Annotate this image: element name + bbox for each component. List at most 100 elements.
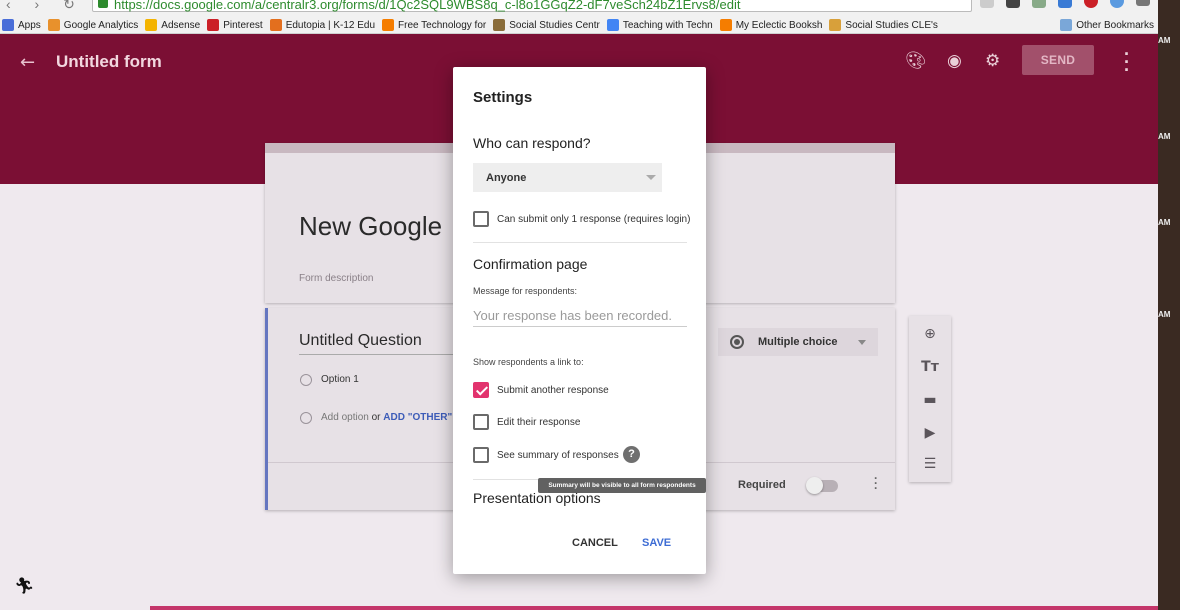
or-text: or: [371, 412, 381, 423]
bookmark-label: Free Technology for: [398, 19, 487, 31]
add-option-row: Add option or ADD "OTHER": [321, 412, 452, 423]
bookmark-favicon-icon: [829, 19, 842, 31]
browser-chrome: ‹ › ↻ https://docs.google.com/a/centralr…: [0, 0, 1158, 34]
clock-label: AM: [1158, 218, 1171, 227]
bookmark-label: Social Studies Centr: [509, 19, 600, 31]
bookmark-favicon-icon: [207, 19, 220, 31]
other-bookmarks-label: Other Bookmarks: [1076, 19, 1154, 31]
browser-nav-icons[interactable]: ‹ › ↻: [6, 0, 85, 13]
settings-gear-icon[interactable]: ⚙: [985, 51, 1000, 71]
form-heading[interactable]: New Google: [299, 211, 442, 242]
extension-icon[interactable]: [1058, 0, 1072, 8]
bookmark-favicon-icon: [493, 19, 506, 31]
add-image-icon[interactable]: ▬: [909, 392, 951, 408]
who-can-respond-heading: Who can respond?: [473, 135, 591, 151]
summary-tooltip: Summary will be visible to all form resp…: [538, 478, 706, 493]
bookmark-label: My Eclectic Booksh: [735, 19, 823, 31]
bookmark-item[interactable]: Free Technology for: [382, 19, 486, 31]
submit-another-checkbox[interactable]: [473, 382, 489, 398]
section-divider: [473, 242, 687, 243]
send-button[interactable]: SEND: [1022, 45, 1094, 75]
bookmark-favicon-icon: [719, 19, 732, 31]
bookmark-item[interactable]: Social Studies Centr: [493, 19, 600, 31]
bookmark-item[interactable]: My Eclectic Booksh: [719, 19, 823, 31]
edit-response-label: Edit their response: [497, 417, 581, 428]
bookmark-label: Apps: [18, 19, 41, 31]
respondents-dropdown[interactable]: Anyone: [473, 163, 662, 192]
form-description[interactable]: Form description: [299, 273, 373, 284]
clock-label: AM: [1158, 310, 1171, 319]
bookmark-favicon-icon: [145, 19, 158, 31]
option-1-label[interactable]: Option 1: [321, 374, 359, 385]
respondent-links-label: Show respondents a link to:: [473, 357, 584, 367]
url-bar: ‹ › ↻ https://docs.google.com/a/centralr…: [0, 0, 1158, 15]
question-type-dropdown[interactable]: Multiple choice: [718, 328, 878, 356]
bookmark-label: Edutopia | K-12 Edu: [285, 19, 376, 31]
submit-once-checkbox[interactable]: [473, 211, 489, 227]
pinterest-icon[interactable]: [1084, 0, 1098, 8]
desktop-edge: [1158, 0, 1180, 610]
bookmark-label: Adsense: [161, 19, 201, 31]
question-side-toolbar: ⊕ Tт ▬ ▶ ☰: [909, 316, 951, 482]
add-title-text-icon[interactable]: Tт: [909, 359, 951, 375]
chevron-down-icon: [646, 175, 656, 180]
add-other-link[interactable]: ADD "OTHER": [383, 412, 452, 423]
cancel-button[interactable]: CANCEL: [572, 537, 618, 549]
extension-icon[interactable]: [1032, 0, 1046, 8]
menu-icon[interactable]: [1136, 0, 1150, 6]
other-bookmarks-folder[interactable]: Other Bookmarks: [1060, 19, 1154, 31]
save-button[interactable]: SAVE: [642, 537, 671, 549]
bookmark-label: Teaching with Techn: [622, 19, 713, 31]
bookmark-favicon-icon: [2, 19, 14, 31]
help-icon[interactable]: ?: [623, 446, 640, 463]
radio-button-icon: [730, 335, 744, 349]
settings-dialog: Settings Who can respond? Anyone Can sub…: [453, 67, 706, 574]
more-options-icon[interactable]: · · ·: [1124, 45, 1130, 79]
chevron-down-icon: [858, 340, 866, 345]
bookmark-item[interactable]: Social Studies CLE's: [829, 19, 938, 31]
bookmark-item[interactable]: Teaching with Techn: [606, 19, 713, 31]
message-label: Message for respondents:: [473, 286, 578, 296]
clock-label: AM: [1158, 132, 1171, 141]
bookmark-favicon-icon: [382, 19, 395, 31]
respondents-value: Anyone: [486, 171, 527, 184]
add-question-icon[interactable]: ⊕: [909, 326, 951, 342]
bookmark-item[interactable]: Google Analytics: [47, 19, 139, 31]
question-type-label: Multiple choice: [758, 336, 838, 348]
add-option-link[interactable]: Add option: [321, 412, 369, 423]
add-section-icon[interactable]: ☰: [909, 456, 951, 472]
bookmark-favicon-icon: [47, 19, 60, 31]
submit-once-label: Can submit only 1 response (requires log…: [497, 214, 691, 225]
star-icon[interactable]: [980, 0, 994, 8]
add-video-icon[interactable]: ▶: [909, 425, 951, 441]
required-label: Required: [738, 479, 786, 491]
submit-another-label: Submit another response: [497, 385, 609, 396]
bookmark-favicon-icon: [606, 19, 619, 31]
palette-icon[interactable]: 🎨︎: [905, 51, 927, 71]
question-title-underline: [299, 354, 459, 355]
required-toggle[interactable]: [806, 477, 838, 494]
bookmark-item[interactable]: Edutopia | K-12 Edu: [269, 19, 376, 31]
extension-icon[interactable]: [1110, 0, 1124, 8]
dialog-title: Settings: [473, 89, 533, 106]
bookmark-label: Google Analytics: [63, 19, 139, 31]
url-text[interactable]: https://docs.google.com/a/centralr3.org/…: [114, 0, 740, 12]
form-title[interactable]: Untitled form: [56, 52, 162, 72]
screen: ‹ › ↻ https://docs.google.com/a/centralr…: [0, 0, 1180, 610]
see-summary-checkbox[interactable]: [473, 447, 489, 463]
add-option-radio-icon: [300, 412, 312, 424]
extension-icon[interactable]: [1006, 0, 1020, 8]
bookmark-item[interactable]: Pinterest: [207, 19, 263, 31]
option-radio-icon: [300, 374, 312, 386]
edit-response-checkbox[interactable]: [473, 414, 489, 430]
preview-eye-icon[interactable]: ◉: [947, 51, 962, 71]
bottom-accent-border: [150, 606, 1158, 610]
bookmark-item[interactable]: Adsense: [145, 19, 200, 31]
back-arrow-icon[interactable]: ←: [20, 52, 35, 73]
bookmark-label: Social Studies CLE's: [845, 19, 938, 31]
confirmation-message-input[interactable]: [473, 305, 687, 327]
accessibility-icon[interactable]: 🏃︎: [14, 576, 34, 595]
bookmark-item[interactable]: Apps: [2, 19, 41, 31]
question-more-icon[interactable]: · · ·: [874, 472, 878, 494]
question-title[interactable]: Untitled Question: [299, 332, 422, 350]
